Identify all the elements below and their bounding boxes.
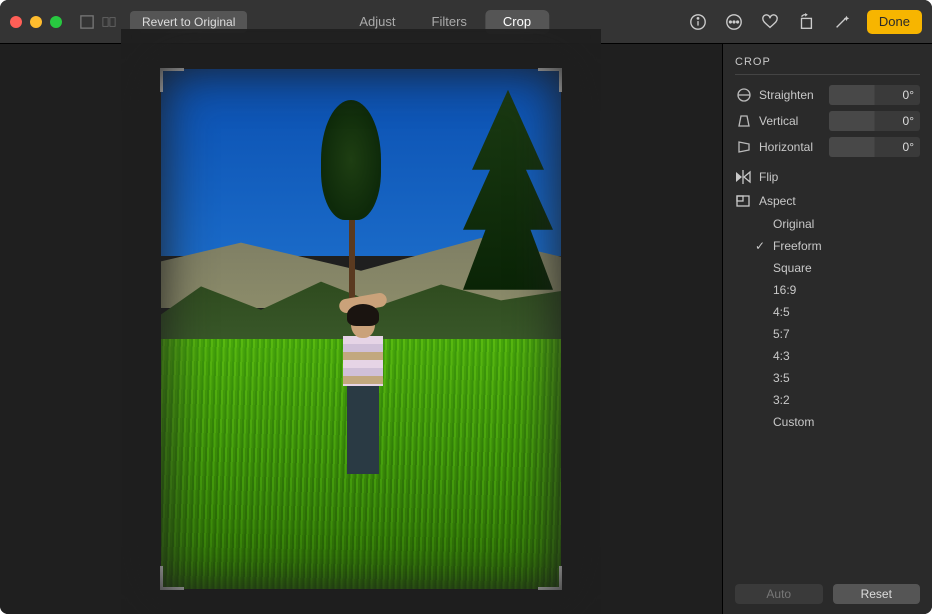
- flip-icon: [735, 169, 751, 185]
- aspect-16-9[interactable]: 16:9: [759, 283, 920, 297]
- minimize-window-button[interactable]: [30, 16, 42, 28]
- flip-button[interactable]: Flip: [735, 169, 920, 185]
- single-view-icon[interactable]: [76, 11, 98, 33]
- sidebar-footer: Auto Reset: [735, 584, 920, 604]
- aspect-3-5[interactable]: 3:5: [759, 371, 920, 385]
- aspect-custom[interactable]: Custom: [759, 415, 920, 429]
- aspect-original[interactable]: Original: [759, 217, 920, 231]
- aspect-4-3[interactable]: 4:3: [759, 349, 920, 363]
- titlebar: Revert to Original Adjust Filters Crop D…: [0, 0, 932, 44]
- horizontal-slider[interactable]: 0°: [829, 137, 920, 157]
- info-icon[interactable]: [687, 11, 709, 33]
- window-controls: [10, 16, 62, 28]
- revert-to-original-button[interactable]: Revert to Original: [130, 11, 247, 33]
- vertical-icon: [735, 113, 753, 129]
- compare-view-icon[interactable]: [98, 11, 120, 33]
- auto-enhance-icon[interactable]: [831, 11, 853, 33]
- straighten-icon: [735, 87, 753, 103]
- straighten-label: Straighten: [759, 88, 823, 102]
- horizontal-label: Horizontal: [759, 140, 823, 154]
- close-window-button[interactable]: [10, 16, 22, 28]
- zoom-window-button[interactable]: [50, 16, 62, 28]
- aspect-label: Aspect: [759, 194, 796, 208]
- tab-crop[interactable]: Crop: [485, 10, 549, 34]
- aspect-header: Aspect: [735, 193, 920, 209]
- vertical-slider[interactable]: 0°: [829, 111, 920, 131]
- aspect-list: Original Freeform Square 16:9 4:5 5:7 4:…: [759, 217, 920, 429]
- favorite-icon[interactable]: [759, 11, 781, 33]
- auto-button[interactable]: Auto: [735, 584, 823, 604]
- flip-label: Flip: [759, 170, 778, 184]
- right-toolbar: Done: [687, 10, 922, 34]
- vertical-row: Vertical 0°: [735, 111, 920, 131]
- view-toggle: [76, 11, 120, 33]
- horizontal-row: Horizontal 0°: [735, 137, 920, 157]
- more-icon[interactable]: [723, 11, 745, 33]
- straighten-slider[interactable]: 0°: [829, 85, 920, 105]
- straighten-value: 0°: [903, 88, 914, 102]
- canvas-area: [0, 44, 722, 614]
- aspect-5-7[interactable]: 5:7: [759, 327, 920, 341]
- horizontal-value: 0°: [903, 140, 914, 154]
- rotate-icon[interactable]: [795, 11, 817, 33]
- aspect-4-5[interactable]: 4:5: [759, 305, 920, 319]
- edit-mode-segment: Adjust Filters Crop: [341, 10, 549, 34]
- tab-adjust[interactable]: Adjust: [341, 10, 413, 34]
- reset-button[interactable]: Reset: [833, 584, 921, 604]
- divider: [735, 74, 920, 75]
- aspect-icon: [735, 193, 751, 209]
- photos-edit-window: Revert to Original Adjust Filters Crop D…: [0, 0, 932, 614]
- vertical-value: 0°: [903, 114, 914, 128]
- straighten-row: Straighten 0°: [735, 85, 920, 105]
- photo-preview: [161, 69, 561, 589]
- sidebar-title: CROP: [735, 56, 920, 68]
- aspect-square[interactable]: Square: [759, 261, 920, 275]
- photo-crop-stage[interactable]: [161, 69, 561, 589]
- tab-filters[interactable]: Filters: [414, 10, 485, 34]
- aspect-3-2[interactable]: 3:2: [759, 393, 920, 407]
- vertical-label: Vertical: [759, 114, 823, 128]
- done-button[interactable]: Done: [867, 10, 922, 34]
- aspect-freeform[interactable]: Freeform: [759, 239, 920, 253]
- crop-sidebar: CROP Straighten 0° Vertical 0° Horizonta…: [722, 44, 932, 614]
- horizontal-icon: [735, 139, 753, 155]
